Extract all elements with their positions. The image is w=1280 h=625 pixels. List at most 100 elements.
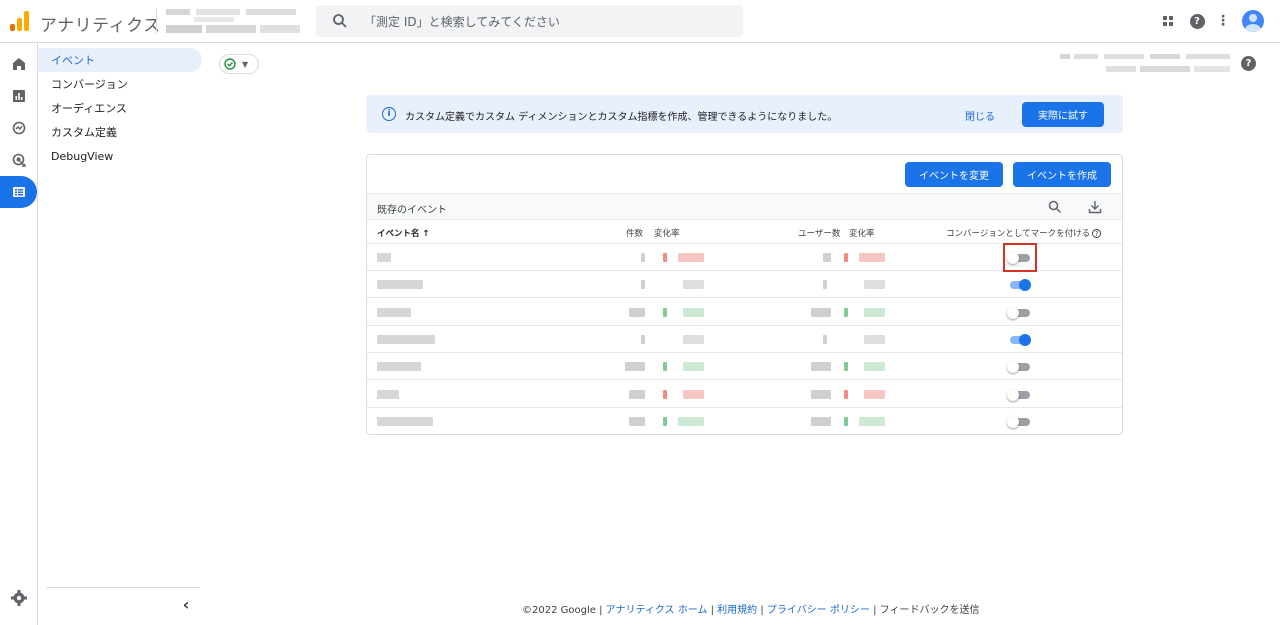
subnav-item-debugview[interactable]: DebugView	[38, 144, 202, 168]
count-blurred	[641, 280, 645, 290]
subnav-label: イベント	[51, 54, 95, 67]
mark-conversion-toggle[interactable]	[1007, 279, 1031, 292]
change-rate-blurred	[683, 307, 704, 317]
existing-events-header: 既存のイベント	[367, 193, 1122, 220]
home-icon[interactable]	[0, 48, 37, 80]
banner-close-link[interactable]: 閉じる	[965, 108, 995, 123]
table-row	[367, 299, 1122, 326]
collapse-nav-chevron-icon[interactable]: ‹	[178, 595, 194, 614]
toggle-knob	[1019, 279, 1031, 292]
help-icon[interactable]: ?	[1187, 11, 1207, 31]
info-banner: i カスタム定義でカスタム ディメンションとカスタム指標を作成、管理できるように…	[366, 95, 1123, 133]
mark-conversion-toggle[interactable]	[1007, 306, 1031, 319]
highlight-box	[1003, 243, 1037, 272]
admin-gear-icon[interactable]	[10, 589, 28, 607]
trend-indicator	[844, 280, 848, 290]
count-blurred	[625, 362, 645, 372]
analytics-home-link[interactable]: アナリティクス ホーム	[606, 605, 708, 616]
subnav-item-custom-definitions[interactable]: カスタム定義	[38, 120, 202, 144]
table-row	[367, 271, 1122, 299]
table-row	[367, 326, 1122, 353]
change-rate-blurred	[678, 253, 704, 262]
modify-event-button[interactable]: イベントを変更	[905, 162, 1003, 187]
subnav-item-audiences[interactable]: オーディエンス	[38, 96, 202, 120]
users-blurred	[823, 280, 827, 290]
subnav-label: DebugView	[51, 149, 114, 163]
toggle-knob	[1007, 415, 1019, 428]
toggle-knob	[1007, 361, 1019, 374]
mark-conversion-toggle[interactable]	[1007, 388, 1031, 401]
configure-icon[interactable]	[0, 176, 37, 208]
data-status-dropdown[interactable]: ▼	[219, 54, 259, 74]
mark-conversion-toggle[interactable]	[1007, 415, 1031, 428]
reports-icon[interactable]	[0, 80, 37, 112]
subnav-item-conversions[interactable]: コンバージョン	[38, 72, 202, 96]
column-count[interactable]: 件数	[626, 227, 643, 239]
subnav-item-events[interactable]: イベント	[38, 48, 202, 72]
column-label: コンバージョンとしてマークを付ける	[946, 229, 1091, 239]
change-rate-blurred	[864, 389, 885, 399]
event-name-blurred	[377, 253, 391, 262]
left-rail	[0, 43, 38, 625]
table-row	[367, 408, 1122, 434]
trend-indicator	[663, 307, 667, 317]
explore-icon[interactable]	[0, 112, 37, 144]
count-blurred	[641, 334, 645, 344]
create-event-button[interactable]: イベントを作成	[1013, 162, 1111, 187]
advertising-icon[interactable]	[0, 144, 37, 176]
event-name-blurred	[377, 389, 399, 399]
help-icon[interactable]: ?	[1092, 229, 1102, 238]
dropdown-caret-icon: ▼	[242, 59, 249, 69]
account-avatar[interactable]	[1242, 10, 1264, 32]
change-rate-blurred	[864, 362, 885, 372]
count-blurred	[641, 253, 645, 262]
users-blurred	[811, 389, 831, 399]
try-it-button[interactable]: 実際に試す	[1022, 102, 1104, 127]
divider	[46, 587, 200, 588]
analytics-logo-icon[interactable]	[9, 11, 29, 31]
copyright: ©2022 Google |	[522, 605, 603, 616]
footer: ©2022 Google | アナリティクス ホーム | 利用規約 | プライバ…	[522, 601, 979, 616]
users-blurred	[811, 416, 831, 426]
count-blurred	[629, 416, 645, 426]
change-rate-blurred	[683, 280, 704, 290]
event-name-blurred	[377, 416, 433, 426]
trend-indicator	[844, 307, 848, 317]
top-app-bar: アナリティクス 「測定 ID」と検索してみてください ? ⋮	[0, 0, 1280, 43]
change-rate-blurred	[678, 416, 704, 426]
search-icon[interactable]	[1048, 200, 1062, 214]
trend-indicator	[844, 253, 848, 262]
change-rate-blurred	[864, 334, 885, 344]
download-icon[interactable]	[1088, 200, 1102, 214]
count-blurred	[629, 389, 645, 399]
info-icon: i	[382, 107, 396, 121]
more-vert-icon[interactable]: ⋮	[1213, 11, 1233, 31]
terms-link[interactable]: 利用規約	[717, 605, 757, 616]
event-name-blurred	[377, 362, 421, 372]
table-row	[367, 353, 1122, 381]
column-change-rate: 変化率	[849, 229, 875, 239]
trend-indicator	[844, 362, 848, 372]
users-blurred	[823, 334, 827, 344]
check-circle-icon	[224, 58, 236, 70]
mark-conversion-toggle[interactable]	[1007, 361, 1031, 374]
existing-events-title: 既存のイベント	[377, 205, 447, 216]
toggle-knob	[1019, 333, 1031, 346]
trend-indicator	[663, 334, 667, 344]
trend-indicator	[663, 362, 667, 372]
account-selector-blurred[interactable]	[166, 6, 302, 36]
column-users[interactable]: ユーザー数	[798, 227, 840, 239]
column-event-name[interactable]: イベント名 ↑	[377, 227, 430, 239]
search-bar[interactable]: 「測定 ID」と検索してみてください	[316, 5, 743, 37]
subnav-label: コンバージョン	[51, 78, 128, 91]
privacy-link[interactable]: プライバシー ポリシー	[767, 605, 870, 616]
mark-conversion-toggle[interactable]	[1007, 333, 1031, 346]
users-blurred	[811, 362, 831, 372]
send-feedback-link[interactable]: フィードバックを送信	[880, 605, 980, 616]
subnav-label: オーディエンス	[51, 102, 128, 115]
table-header: イベント名 ↑ 件数 変化率 ユーザー数 変化率 コンバージョンとしてマークを付…	[367, 220, 1122, 244]
help-icon[interactable]: ?	[1241, 56, 1256, 71]
apps-grid-icon[interactable]	[1158, 11, 1178, 31]
event-name-blurred	[377, 307, 411, 317]
table-row	[367, 381, 1122, 408]
